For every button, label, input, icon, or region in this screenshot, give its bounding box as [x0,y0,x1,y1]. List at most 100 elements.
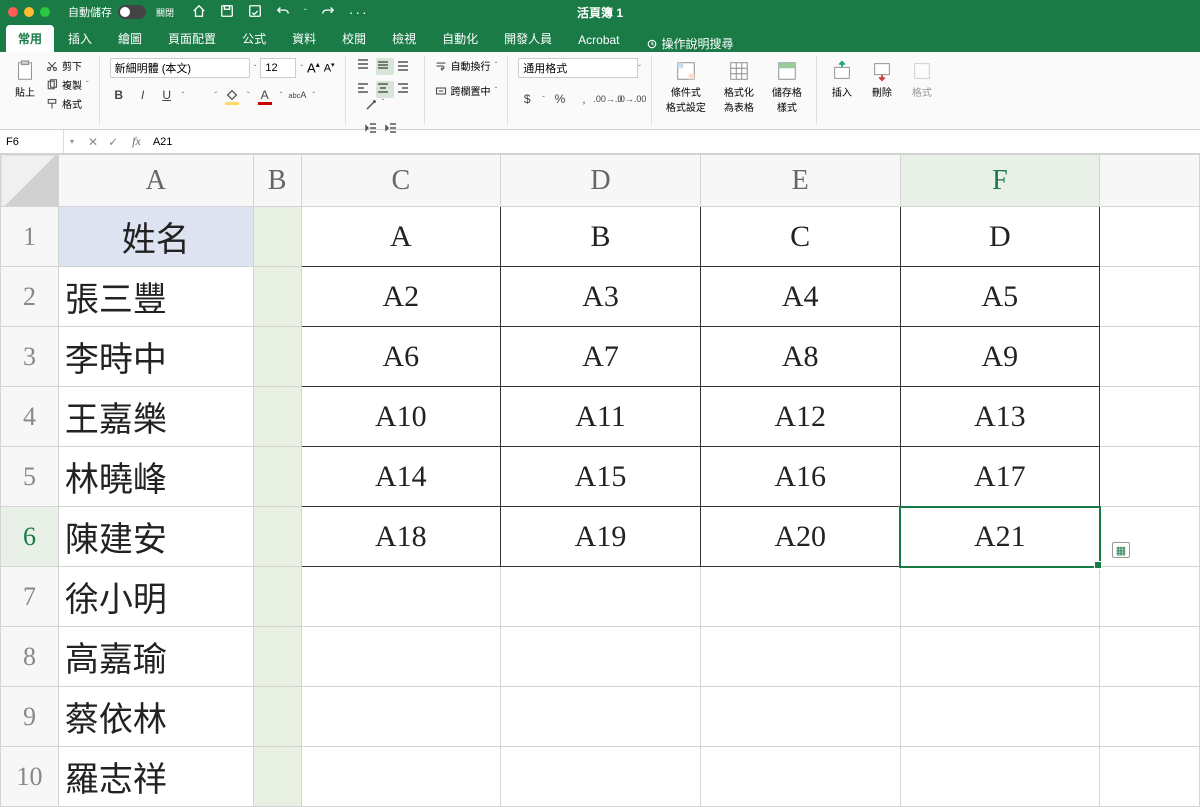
increase-decimal-icon[interactable]: .00→.0 [599,90,617,108]
cell[interactable]: A14 [301,447,501,507]
cell[interactable] [1100,327,1200,387]
cancel-formula-icon[interactable]: ✕ [88,135,98,149]
decrease-decimal-icon[interactable]: .0→.00 [623,90,641,108]
tab-home[interactable]: 常用 [6,25,54,52]
row-header[interactable]: 10 [1,747,59,807]
confirm-formula-icon[interactable]: ✓ [108,135,118,149]
row-header[interactable]: 6 [1,507,59,567]
col-header-C[interactable]: C [301,155,501,207]
cell[interactable] [253,687,301,747]
cell[interactable] [301,747,501,807]
tab-insert[interactable]: 插入 [56,25,104,52]
col-header-D[interactable]: D [501,155,701,207]
cell[interactable]: A7 [501,327,701,387]
tab-page-layout[interactable]: 頁面配置 [156,25,228,52]
row-header[interactable]: 7 [1,567,59,627]
col-header-A[interactable]: A [58,155,253,207]
cell[interactable] [501,687,701,747]
cell[interactable]: A18 [301,507,501,567]
row-header[interactable]: 8 [1,627,59,687]
cell[interactable] [501,627,701,687]
cell[interactable]: 林曉峰 [58,447,253,507]
cell[interactable]: A15 [501,447,701,507]
cell[interactable] [700,747,900,807]
cell[interactable]: 高嘉瑜 [58,627,253,687]
cell[interactable]: A4 [700,267,900,327]
align-bottom-icon[interactable] [396,58,414,75]
cell[interactable] [501,567,701,627]
cell[interactable]: A21 [900,507,1100,567]
cell[interactable]: A10 [301,387,501,447]
cell[interactable] [253,627,301,687]
minimize-window-icon[interactable] [24,7,34,17]
delete-cells-button[interactable]: 刪除 [867,58,897,101]
border-button[interactable] [190,86,208,104]
cell[interactable] [700,567,900,627]
namebox-dropdown-icon[interactable]: ▾ [64,137,80,146]
cell[interactable]: A12 [700,387,900,447]
italic-button[interactable]: I [134,86,152,104]
row-header[interactable]: 5 [1,447,59,507]
cell[interactable]: A17 [900,447,1100,507]
cell[interactable] [1100,567,1200,627]
cell[interactable] [1100,207,1200,267]
tab-automate[interactable]: 自動化 [430,25,490,52]
cell[interactable]: B [501,207,701,267]
cell[interactable]: C [700,207,900,267]
cell[interactable]: A5 [900,267,1100,327]
cell[interactable]: A20 [700,507,900,567]
undo-dropdown-icon[interactable]: ˇ [304,8,307,17]
cell[interactable] [1100,387,1200,447]
format-cells-button[interactable]: 格式 [907,58,937,101]
toggle-switch-icon[interactable] [118,5,146,19]
cell[interactable] [1100,627,1200,687]
row-header[interactable]: 9 [1,687,59,747]
autofill-options-icon[interactable]: ▦ [1112,542,1130,558]
tab-developer[interactable]: 開發人員 [492,25,564,52]
font-name-select[interactable] [110,58,250,78]
underline-button[interactable]: U [158,86,176,104]
align-middle-icon[interactable] [376,58,394,75]
align-right-icon[interactable] [396,81,414,98]
col-header-G[interactable] [1100,155,1200,207]
font-size-select[interactable] [260,58,296,78]
row-header[interactable]: 4 [1,387,59,447]
fill-color-button[interactable] [223,86,241,104]
percent-button[interactable]: % [551,90,569,108]
undo-icon[interactable] [276,4,290,21]
cell[interactable] [501,747,701,807]
cell[interactable]: A13 [900,387,1100,447]
phonetic-button[interactable]: abcA [288,86,306,104]
tab-data[interactable]: 資料 [280,25,328,52]
window-controls[interactable] [8,7,50,17]
font-color-button[interactable]: A [256,86,274,104]
tab-view[interactable]: 檢視 [380,25,428,52]
cell[interactable] [253,327,301,387]
cell[interactable]: A [301,207,501,267]
conditional-formatting-button[interactable]: 條件式 格式設定 [662,58,710,116]
autosave-toggle[interactable]: 自動儲存 關閉 [68,4,174,20]
save-as-icon[interactable] [248,4,262,21]
cell-styles-button[interactable]: 儲存格 樣式 [768,58,806,116]
cell[interactable]: 王嘉樂 [58,387,253,447]
comma-button[interactable]: , [575,90,593,108]
fx-icon[interactable]: fx [126,134,147,149]
tab-acrobat[interactable]: Acrobat [566,28,631,52]
col-header-F[interactable]: F [900,155,1100,207]
insert-cells-button[interactable]: 插入 [827,58,857,101]
cut-button[interactable]: 剪下 [46,58,89,73]
number-format-select[interactable] [518,58,638,78]
align-left-icon[interactable] [356,81,374,98]
more-icon[interactable]: ··· [349,4,369,20]
decrease-font-icon[interactable]: A▾ [324,61,335,75]
cell[interactable]: A8 [700,327,900,387]
cell[interactable] [253,567,301,627]
row-header[interactable]: 3 [1,327,59,387]
cell[interactable] [1100,447,1200,507]
orientation-button[interactable] [364,98,378,115]
cell[interactable]: A6 [301,327,501,387]
cell[interactable] [301,627,501,687]
cell[interactable] [1100,267,1200,327]
tab-review[interactable]: 校閱 [330,25,378,52]
cell[interactable]: D [900,207,1100,267]
